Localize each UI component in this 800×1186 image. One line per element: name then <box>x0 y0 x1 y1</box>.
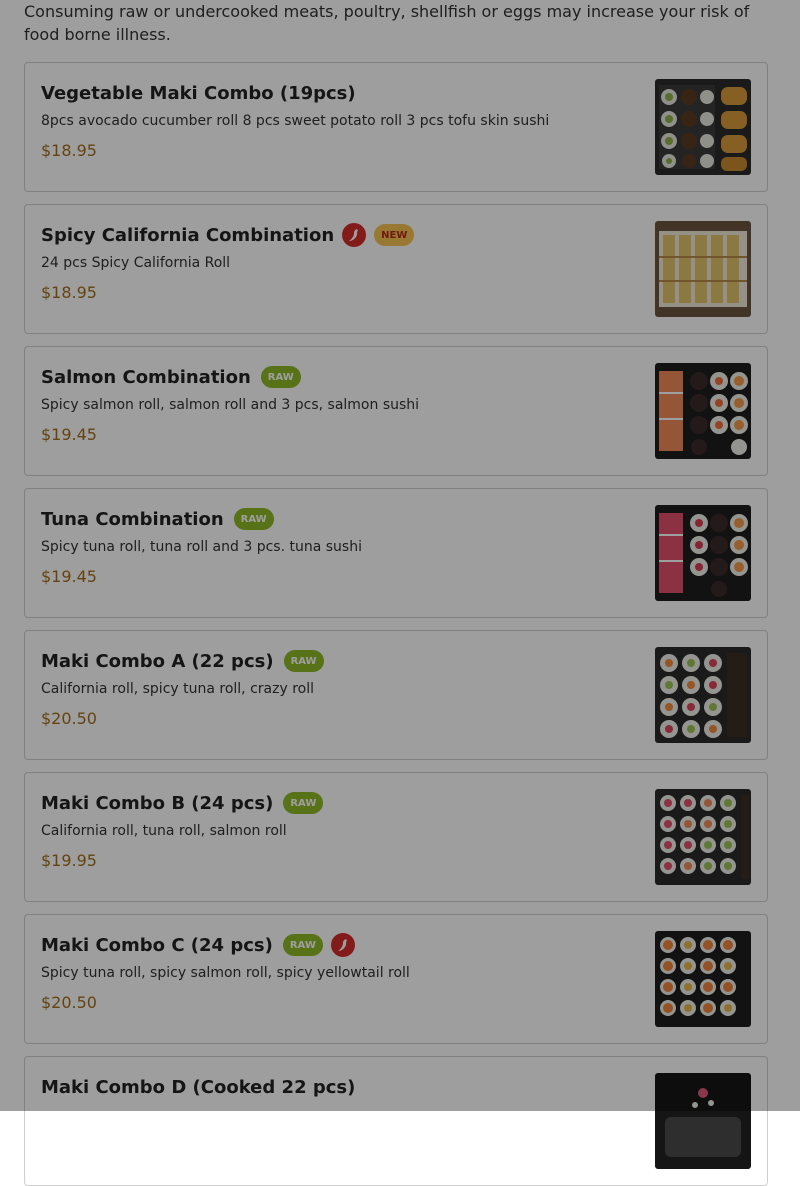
item-title: Salmon Combination <box>41 366 251 388</box>
item-photo[interactable] <box>655 79 751 175</box>
raw-badge: RAW <box>283 792 324 814</box>
item-description: California roll, spicy tuna roll, crazy … <box>41 681 314 697</box>
item-title-row: Vegetable Maki Combo (19pcs) <box>41 79 356 107</box>
item-photo[interactable] <box>655 789 751 885</box>
item-description: California roll, tuna roll, salmon roll <box>41 823 287 839</box>
item-title: Maki Combo A (22 pcs) <box>41 650 274 672</box>
menu-item-card[interactable]: Tuna Combination RAW Spicy tuna roll, tu… <box>24 488 768 618</box>
item-price: $18.95 <box>41 283 97 302</box>
item-title: Spicy California Combination <box>41 224 335 246</box>
menu-item-card[interactable]: Salmon Combination RAW Spicy salmon roll… <box>24 346 768 476</box>
menu-item-card[interactable]: Maki Combo C (24 pcs) RAW Spicy tuna rol… <box>24 914 768 1044</box>
item-photo[interactable] <box>655 647 751 743</box>
item-title-row: Maki Combo D (Cooked 22 pcs) <box>41 1073 355 1101</box>
item-description: 24 pcs Spicy California Roll <box>41 255 231 271</box>
item-price: $19.95 <box>41 851 97 870</box>
item-title: Maki Combo D (Cooked 22 pcs) <box>41 1076 356 1098</box>
item-description: 8pcs avocado cucumber roll 8 pcs sweet p… <box>41 113 550 129</box>
raw-badge: RAW <box>282 934 323 956</box>
item-photo[interactable] <box>655 505 751 601</box>
item-title: Maki Combo B (24 pcs) <box>41 792 274 814</box>
new-badge: NEW <box>374 224 415 246</box>
raw-badge: RAW <box>260 366 301 388</box>
item-price: $20.50 <box>41 709 97 728</box>
item-title-row: Maki Combo C (24 pcs) RAW <box>41 931 355 959</box>
item-title: Vegetable Maki Combo (19pcs) <box>41 82 356 104</box>
item-title: Tuna Combination <box>41 508 224 530</box>
item-price: $19.45 <box>41 425 97 444</box>
item-photo[interactable] <box>655 221 751 317</box>
item-photo[interactable] <box>655 931 751 1027</box>
menu-item-card[interactable]: Maki Combo D (Cooked 22 pcs) <box>24 1056 768 1186</box>
raw-badge: RAW <box>283 650 324 672</box>
item-photo[interactable] <box>655 363 751 459</box>
item-title-row: Tuna Combination RAW <box>41 505 274 533</box>
item-description: Spicy tuna roll, tuna roll and 3 pcs. tu… <box>41 539 362 555</box>
item-price: $18.95 <box>41 141 97 160</box>
menu-item-card[interactable]: Maki Combo B (24 pcs) RAW California rol… <box>24 772 768 902</box>
chili-pepper-icon <box>330 933 355 957</box>
item-title: Maki Combo C (24 pcs) <box>41 934 273 956</box>
item-price: $20.50 <box>41 993 97 1012</box>
raw-food-notice: Consuming raw or undercooked meats, poul… <box>24 2 750 44</box>
item-title-row: Maki Combo B (24 pcs) RAW <box>41 789 324 817</box>
menu-item-card[interactable]: Vegetable Maki Combo (19pcs) 8pcs avocad… <box>24 62 768 192</box>
chili-pepper-icon <box>342 223 367 247</box>
raw-badge: RAW <box>233 508 274 530</box>
item-description: Spicy tuna roll, spicy salmon roll, spic… <box>41 965 410 981</box>
item-description: Spicy salmon roll, salmon roll and 3 pcs… <box>41 397 420 413</box>
item-photo[interactable] <box>655 1073 751 1169</box>
menu-item-card[interactable]: Maki Combo A (22 pcs) RAW California rol… <box>24 630 768 760</box>
item-price: $19.45 <box>41 567 97 586</box>
item-title-row: Salmon Combination RAW <box>41 363 301 391</box>
item-title-row: Maki Combo A (22 pcs) RAW <box>41 647 324 675</box>
menu-item-card[interactable]: Spicy California Combination NEW 24 pcs … <box>24 204 768 334</box>
item-title-row: Spicy California Combination NEW <box>41 221 415 249</box>
